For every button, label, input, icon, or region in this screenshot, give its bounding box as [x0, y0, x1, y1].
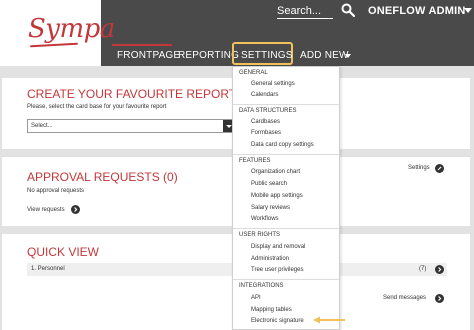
nav-reporting[interactable]: REPORTING	[178, 50, 239, 61]
menu-item-organization-chart[interactable]: Organization chart	[251, 169, 300, 175]
arrow-left-icon	[313, 316, 345, 324]
chevron-down-icon[interactable]	[464, 8, 472, 13]
logo-area[interactable]: Sympa	[0, 0, 115, 66]
approval-empty-text: No approval requests	[27, 188, 85, 194]
top-header: Sympa Search... ONEFLOW ADMIN FRONTPAGE …	[0, 0, 474, 66]
menu-item-mapping-tables[interactable]: Mapping tables	[251, 307, 292, 313]
menu-item-data-card-copy[interactable]: Data card copy settings	[251, 142, 314, 148]
sympa-logo[interactable]: Sympa	[28, 14, 115, 44]
send-messages-link[interactable]: Send messages	[383, 295, 426, 301]
active-tab-indicator	[112, 44, 172, 46]
menu-item-calendars[interactable]: Calendars	[251, 92, 278, 98]
menu-item-formbases[interactable]: Formbases	[251, 130, 281, 136]
menu-divider	[233, 279, 339, 280]
menu-item-general-settings[interactable]: General settings	[251, 81, 295, 87]
menu-item-api[interactable]: API	[251, 295, 261, 301]
menu-divider	[233, 154, 339, 155]
menu-item-public-search[interactable]: Public search	[251, 181, 287, 187]
menu-divider	[233, 228, 339, 229]
cardbase-select-value: Select...	[31, 123, 53, 129]
menu-divider	[233, 104, 339, 105]
view-requests-link[interactable]: View requests	[27, 207, 65, 213]
menu-item-administration[interactable]: Administration	[251, 256, 289, 262]
chevron-down-icon[interactable]	[345, 54, 351, 58]
quick-view-row-label: 1. Personnel	[31, 266, 65, 272]
menu-group-integrations: INTEGRATIONS	[239, 283, 284, 289]
menu-item-display-removal[interactable]: Display and removal	[251, 244, 305, 250]
menu-group-general: GENERAL	[239, 70, 268, 76]
nav-frontpage[interactable]: FRONTPAGE	[117, 50, 180, 61]
arrow-circle-icon[interactable]	[71, 205, 80, 214]
cardbase-select[interactable]: Select...	[27, 119, 235, 133]
arrow-circle-icon[interactable]	[435, 294, 444, 303]
page-left-border	[0, 78, 2, 330]
approval-section-title: APPROVAL REQUESTS (0)	[27, 170, 178, 184]
arrow-circle-icon[interactable]	[435, 265, 444, 274]
search-icon[interactable]	[341, 3, 355, 17]
menu-item-tree-user-privileges[interactable]: Tree user privileges	[251, 267, 303, 273]
user-menu[interactable]: ONEFLOW ADMIN	[368, 5, 466, 17]
quick-view-row-count: (7)	[419, 266, 427, 272]
search-input[interactable]: Search...	[277, 5, 321, 17]
menu-group-features: FEATURES	[239, 158, 271, 164]
pencil-circle-icon[interactable]	[435, 164, 444, 173]
quick-view-title: QUICK VIEW	[27, 245, 100, 259]
report-section-description: Please, select the card base for your fa…	[27, 104, 167, 110]
menu-item-cardbases[interactable]: Cardbases	[251, 119, 280, 125]
menu-item-salary-reviews[interactable]: Salary reviews	[251, 205, 290, 211]
search-underline	[277, 18, 333, 19]
menu-group-user-rights: USER RIGHTS	[239, 232, 281, 238]
nav-settings[interactable]: SETTINGS	[241, 50, 293, 61]
page-right-border	[470, 78, 474, 330]
menu-item-electronic-signature[interactable]: Electronic signature	[251, 318, 304, 324]
menu-item-mobile-app-settings[interactable]: Mobile app settings	[251, 193, 303, 199]
nav-add-new[interactable]: ADD NEW	[300, 50, 349, 61]
menu-item-workflows[interactable]: Workflows	[251, 216, 279, 222]
approval-settings-link[interactable]: Settings	[408, 165, 430, 171]
settings-dropdown-menu: GENERAL General settings Calendars DATA …	[232, 66, 340, 330]
menu-group-data-structures: DATA STRUCTURES	[239, 108, 297, 114]
